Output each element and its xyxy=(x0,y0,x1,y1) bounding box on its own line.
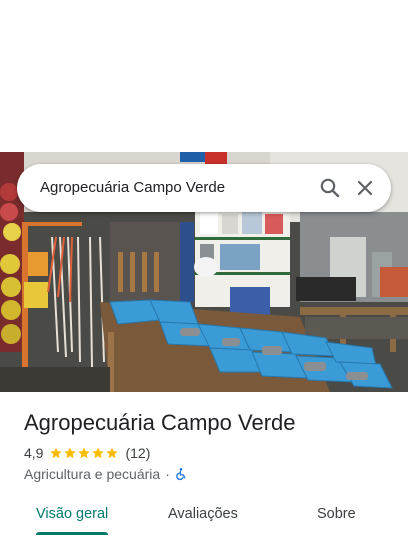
rating-value: 4,9 xyxy=(24,445,44,461)
star-icon xyxy=(92,447,105,459)
wheelchair-icon xyxy=(176,468,186,481)
star-icon xyxy=(78,447,91,459)
search-bar[interactable]: Agropecuária Campo Verde xyxy=(17,164,391,212)
rating-row[interactable]: 4,9 (12) xyxy=(24,443,150,463)
category-label: Agricultura e pecuária xyxy=(24,466,161,482)
tab-reviews[interactable]: Avaliações xyxy=(168,504,238,524)
separator: · xyxy=(165,466,170,482)
star-rating xyxy=(49,446,119,460)
star-icon xyxy=(106,447,119,459)
tab-overview[interactable]: Visão geral xyxy=(36,504,108,524)
search-input[interactable]: Agropecuária Campo Verde xyxy=(40,178,225,198)
search-icon[interactable] xyxy=(318,176,342,200)
star-icon xyxy=(50,447,63,459)
star-icon xyxy=(64,447,77,459)
tab-about[interactable]: Sobre xyxy=(317,504,356,524)
active-tab-indicator xyxy=(36,532,108,535)
close-icon[interactable] xyxy=(353,176,377,200)
review-count[interactable]: (12) xyxy=(125,445,150,461)
category-row: Agricultura e pecuária · xyxy=(24,464,188,484)
tab-bar: Visão geral Avaliações Sobre xyxy=(0,494,408,544)
place-title: Agropecuária Campo Verde xyxy=(24,410,296,435)
